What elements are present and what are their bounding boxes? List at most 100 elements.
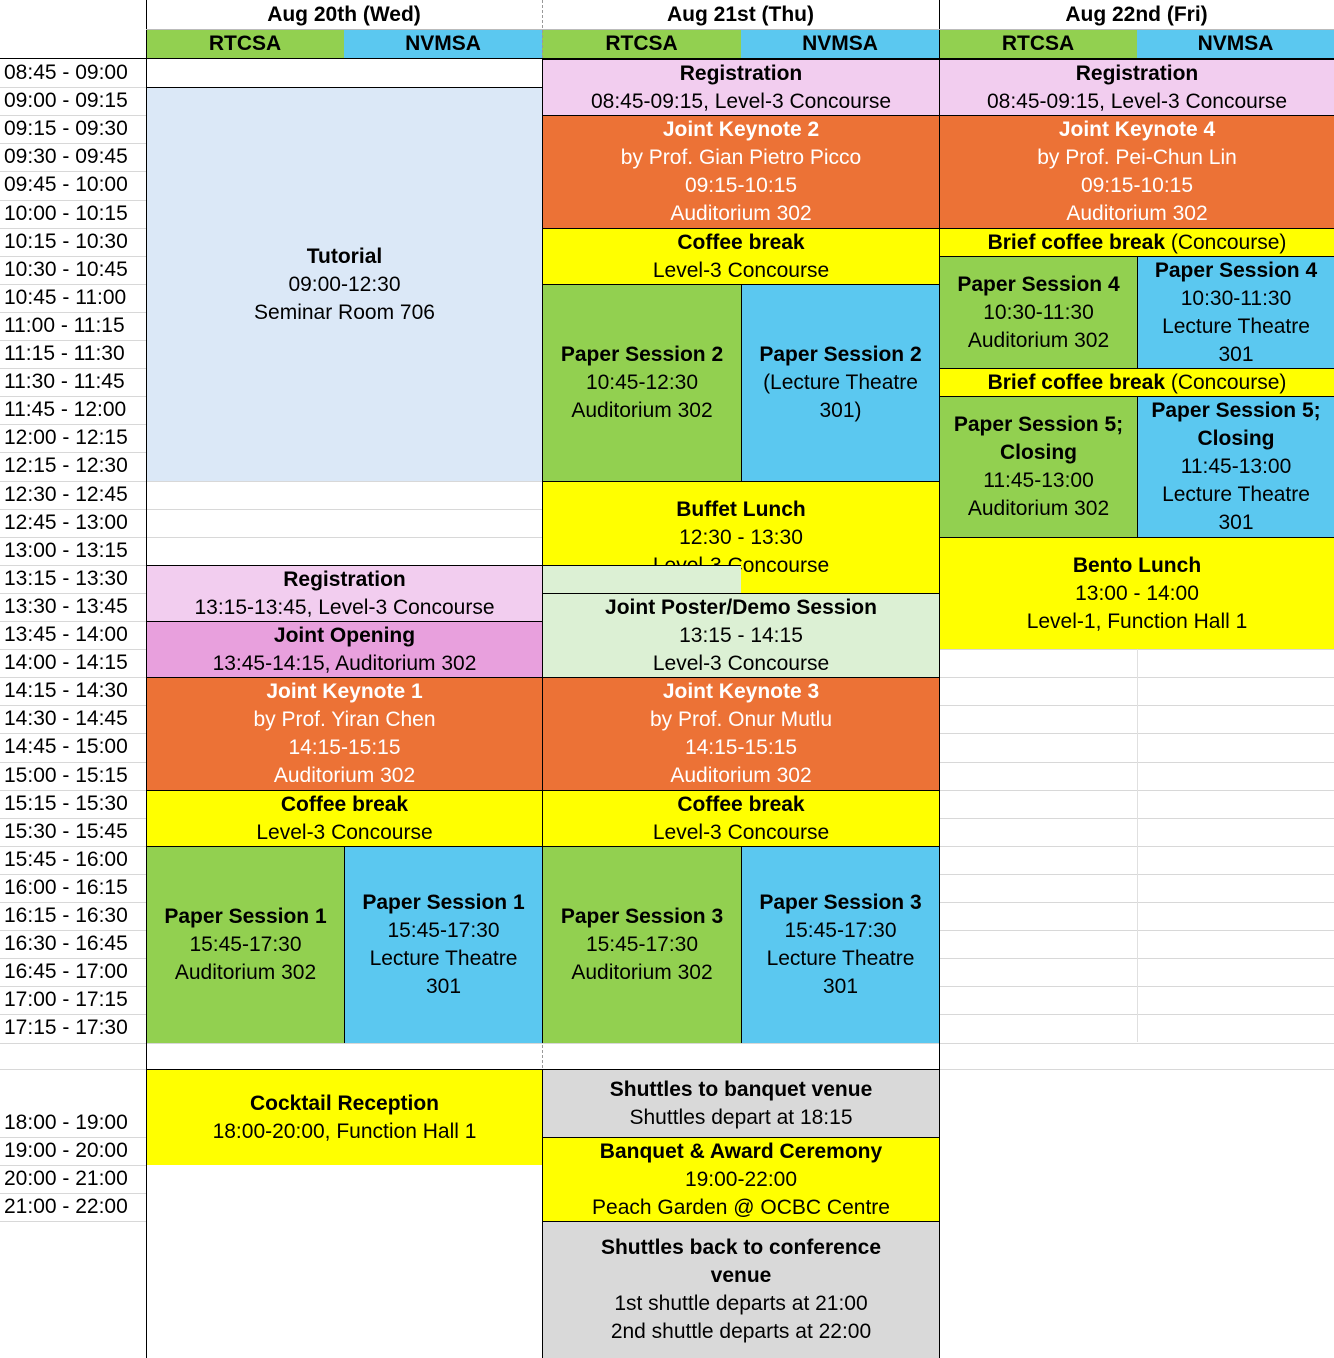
- event-text: 13:45-14:15, Auditorium 302: [212, 651, 477, 675]
- event-text: Closing: [1000, 441, 1077, 464]
- track-label: RTCSA: [1001, 32, 1075, 55]
- event-text: Auditorium 302: [670, 202, 812, 225]
- event-banquet: Banquet & Award Ceremony 19:00-22:00 Peach…: [542, 1137, 939, 1221]
- event-text: Bento Lunch: [1072, 553, 1202, 577]
- event-text: Level-3 Concourse: [256, 820, 433, 844]
- event-text: Paper Session 3: [560, 905, 724, 928]
- event-text: Auditorium 302: [571, 399, 713, 422]
- event-tutorial: Tutorial 09:00-12:30 Seminar Room 706: [146, 87, 542, 481]
- event-text: Paper Session 2: [759, 343, 922, 366]
- event-key4: Joint Keynote 4 by Prof. Pei-Chun Lin 09:1…: [939, 115, 1334, 228]
- day-header-fri: Aug 22nd (Fri): [939, 1, 1334, 29]
- event-text: Paper Session 5;: [953, 413, 1124, 436]
- event-ps3-r: Paper Session 3 15:45-17:30 Auditorium 302: [542, 846, 741, 1043]
- time-slot-label: 12:45 - 13:00: [4, 510, 128, 534]
- event-text: Level-3 Concourse: [652, 820, 830, 844]
- track-label: RTCSA: [605, 32, 678, 55]
- time-slot-label: 10:00 - 10:15: [4, 201, 128, 225]
- event-reg-fri: Registration 08:45-09:15, Level-3 Concour…: [939, 59, 1334, 115]
- event-text: 301: [1218, 342, 1254, 366]
- event-text: 08:45-09:15, Level-3 Concourse: [986, 89, 1288, 113]
- time-slot-label: 09:45 - 10:00: [4, 173, 128, 197]
- track-label: NVMSA: [802, 32, 878, 55]
- time-slot-label: 13:15 - 13:30: [4, 566, 128, 590]
- time-slot-label: 09:30 - 09:45: [4, 145, 128, 169]
- time-slot-label: 14:45 - 15:00: [4, 735, 128, 759]
- event-text: Paper Session 4: [957, 272, 1120, 296]
- event-ps1-r: Paper Session 1 15:45-17:30 Auditorium 302: [146, 846, 344, 1043]
- day-label: Aug 21st (Thu): [667, 3, 814, 26]
- time-slot-label: 15:15 - 15:30: [4, 791, 128, 815]
- event-text: 301): [819, 399, 862, 422]
- event-text: 12:30 - 13:30: [679, 525, 803, 549]
- time-slot-label: 12:15 - 12:30: [4, 454, 128, 478]
- day-label: Aug 22nd (Fri): [1065, 3, 1208, 26]
- event-text: 13:00 - 14:00: [1075, 581, 1199, 605]
- event-ps3-n: Paper Session 3 15:45-17:30 Lecture Theatr…: [741, 846, 939, 1043]
- day-header-wed: Aug 20th (Wed): [146, 1, 542, 29]
- event-text: 10:30-11:30: [1180, 286, 1292, 310]
- time-slot-label: 09:15 - 09:30: [4, 117, 128, 141]
- event-brief2: Brief coffee break (Concourse): [939, 368, 1334, 396]
- event-text: 11:45-13:00: [1180, 455, 1292, 478]
- event-text: (Concourse): [1165, 230, 1287, 254]
- event-text: 11:45-13:00: [983, 469, 1094, 492]
- event-text: Joint Opening: [273, 623, 416, 647]
- track-label: NVMSA: [1197, 32, 1274, 55]
- event-text: Peach Garden @ OCBC Centre: [592, 1195, 890, 1219]
- event-text: 18:00-20:00, Function Hall 1: [212, 1119, 477, 1143]
- event-text: Closing: [1197, 427, 1275, 450]
- event-text: Auditorium 302: [670, 764, 812, 787]
- event-text: Shuttles depart at 18:15: [629, 1105, 853, 1129]
- grid-line: [0, 1221, 146, 1222]
- time-slot-label: 16:30 - 16:45: [4, 932, 128, 956]
- event-ps4-n: Paper Session 4 10:30-11:30 Lecture Theatr…: [1137, 256, 1334, 368]
- event-text: by Prof. Gian Pietro Picco: [620, 146, 862, 169]
- event-text: Seminar Room 706: [254, 300, 435, 324]
- event-bento: Bento Lunch 13:00 - 14:00 Level-1, Functio…: [939, 537, 1334, 649]
- event-text: 15:45-17:30: [784, 919, 897, 942]
- event-text: Brief coffee break: [987, 370, 1165, 394]
- time-slot-label: 09:00 - 09:15: [4, 89, 128, 113]
- time-slot-label: 17:00 - 17:15: [4, 988, 128, 1012]
- event-reg-thu: Registration 08:45-09:15, Level-3 Concour…: [542, 59, 939, 115]
- event-text: 13:15 - 14:15: [679, 623, 803, 647]
- event-text: 09:15-10:15: [1080, 174, 1194, 197]
- event-text: 301: [425, 975, 462, 998]
- time-slot-label: 11:30 - 11:45: [4, 370, 125, 394]
- schedule-grid: Aug 20th (Wed) Aug 21st (Thu) Aug 22nd (…: [0, 0, 1334, 1358]
- grid-line: [146, 29, 1334, 30]
- event-brief1: Brief coffee break (Concourse): [939, 228, 1334, 256]
- grid-line: [0, 1137, 146, 1138]
- event-text: Shuttles back to conference: [600, 1236, 882, 1259]
- track-header-rtcsa: RTCSA: [146, 30, 344, 58]
- event-text: 15:45-17:30: [585, 933, 699, 956]
- time-slot-label: 13:45 - 14:00: [4, 623, 128, 646]
- event-text: 19:00-22:00: [684, 1167, 798, 1191]
- event-text: Paper Session 5;: [1151, 399, 1321, 422]
- event-text: Joint Keynote 1: [266, 680, 423, 703]
- event-text: 13:15-13:45, Level-3 Concourse: [194, 595, 495, 619]
- event-coffee-thu-am: Coffee break Level-3 Concourse: [542, 228, 939, 284]
- track-label: RTCSA: [208, 32, 282, 55]
- event-text: Registration: [1075, 61, 1199, 85]
- time-slot-label: 14:30 - 14:45: [4, 707, 128, 731]
- time-slot-label: 16:15 - 16:30: [4, 904, 128, 927]
- event-text: 15:45-17:30: [189, 933, 302, 956]
- event-text: 09:00-12:30: [288, 272, 401, 296]
- grid-line: [0, 1193, 146, 1194]
- event-text: Coffee break: [280, 792, 409, 816]
- event-text: 15:45-17:30: [387, 919, 500, 942]
- poster-notch: [542, 565, 741, 593]
- time-slot-label: 19:00 - 20:00: [4, 1139, 128, 1162]
- event-ps1-n: Paper Session 1 15:45-17:30 Lecture Theatr…: [344, 846, 542, 1043]
- event-text: Lecture Theatre: [1162, 314, 1310, 338]
- event-text: Cocktail Reception: [249, 1091, 440, 1115]
- time-slot-label: 16:45 - 17:00: [4, 960, 128, 984]
- event-text: Banquet & Award Ceremony: [599, 1139, 883, 1163]
- time-slot-label: 18:00 - 19:00: [4, 1111, 128, 1134]
- day-label: Aug 20th (Wed): [267, 3, 421, 26]
- time-slot-label: 12:00 - 12:15: [4, 426, 128, 450]
- time-slot-label: 10:45 - 11:00: [4, 285, 127, 309]
- time-slot-label: 14:00 - 14:15: [4, 651, 128, 675]
